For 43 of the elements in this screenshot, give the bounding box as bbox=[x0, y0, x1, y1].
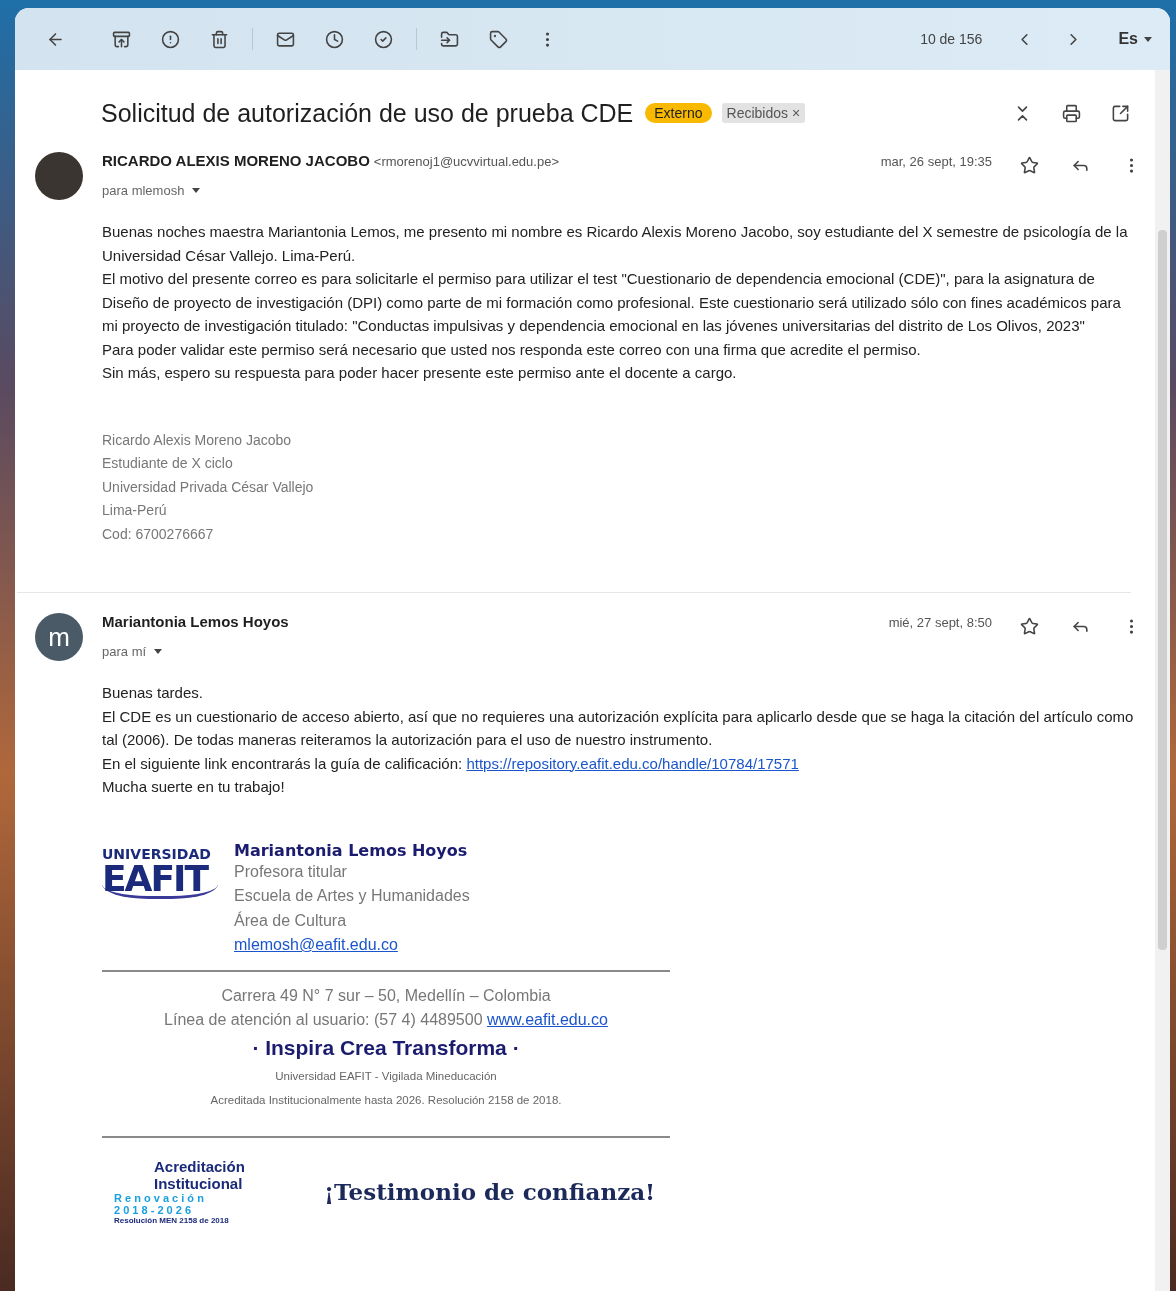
accreditation-logo: Acreditación Institucional R e n o v a c i ó n 2 0 1 8 - 2 0 2 6 Resolución MEN 2158 de 2018 bbox=[114, 1157, 246, 1225]
subject-title: Solicitud de autorización de uso de prueba CDE bbox=[101, 98, 634, 128]
message-paragraph: El CDE es un cuestionario de acceso abierto, así que no requieres una autorización explícita para aplicarlo desde que se haga la citación del artículo como tal (2006). De todas maneras reiteramos la autorización para el uso de nuestro instrumento. bbox=[102, 706, 1135, 750]
avatar-photo-placeholder bbox=[35, 152, 83, 200]
input-tool-button[interactable]: Es bbox=[1112, 29, 1158, 49]
signature-name: Mariantonia Lemos Hoyos bbox=[234, 840, 469, 860]
recipient-dropdown[interactable]: para mí bbox=[102, 644, 163, 659]
signature-line: Cod: 6700276667 bbox=[102, 524, 215, 544]
recipient-dropdown[interactable]: para mlemosh bbox=[102, 183, 201, 198]
avatar: m bbox=[35, 613, 83, 661]
fine-print: Acreditada Institucionalmente hasta 2026. Resolución 2158 de 2018. bbox=[209, 1092, 563, 1108]
sender-name: RICARDO ALEXIS MORENO JACOBO bbox=[102, 152, 370, 169]
message-paragraph: Buenas noches maestra Mariantonia Lemos, me presento mi nombre es Ricardo Alexis Moreno Jacobo, soy estudiante del X semestre de psicología de la Universidad César Vallejo. Lima-Perú. bbox=[102, 222, 1129, 266]
message-date: mié, 27 sept, 8:50 bbox=[888, 615, 992, 630]
phone-text: Línea de atención al usuario: (57 4) 4489500 bbox=[164, 1010, 483, 1028]
university-logo: UNIVERSIDAD EAFIT bbox=[102, 840, 218, 958]
motto-text: · Inspira Crea Transforma · bbox=[251, 1035, 521, 1060]
message-counter: 10 de 156 bbox=[920, 31, 983, 47]
website-link[interactable]: www.eafit.edu.co bbox=[487, 1010, 608, 1028]
message-paragraph: Buenas tardes. bbox=[102, 683, 204, 703]
signature-line: Escuela de Artes y Humanidades bbox=[234, 886, 470, 906]
signature-line: Área de Cultura bbox=[234, 910, 348, 931]
signature-line: Profesora titular bbox=[234, 861, 348, 882]
signature-line: Universidad Privada César Vallejo bbox=[102, 477, 315, 497]
message-date: mar, 26 sept, 19:35 bbox=[880, 154, 992, 169]
sender-name: Mariantonia Lemos Hoyos bbox=[102, 613, 289, 630]
label-chip: Externo bbox=[645, 103, 712, 123]
signature-line: Lima-Perú bbox=[102, 501, 168, 520]
scrollbar-thumb[interactable] bbox=[1158, 230, 1167, 950]
address-text: Carrera 49 N° 7 sur – 50, Medellín – Colombia bbox=[220, 985, 552, 1006]
email-link[interactable]: mlemosh@eafit.edu.co bbox=[234, 936, 398, 953]
signature-line: Estudiante de X ciclo bbox=[102, 454, 234, 473]
message-paragraph: Mucha suerte en tu trabajo! bbox=[102, 777, 286, 797]
message-paragraph: En el siguiente link encontrarás la guía de calificación: https://repository.eafit.edu.co/handle/10784/17571 bbox=[102, 753, 800, 774]
sender-email: <rmorenoj1@ucvvirtual.edu.pe> bbox=[373, 154, 559, 169]
message-paragraph: Sin más, espero su respuesta para poder hacer presente este permiso ante el docente a cargo. bbox=[102, 363, 738, 383]
url-link[interactable]: https://repository.eafit.edu.co/handle/10784/17571 bbox=[466, 754, 799, 772]
message-paragraph: El motivo del presente correo es para solicitarle el permiso para utilizar el test "Cuestionario de dependencia emocional (CDE)", para la asignatura de Diseño de proyecto de investigación (DPI) como parte de mi formación como profesional. Este cuestionario será utilizado sólo con fines académicos para mi proyecto de investigación titulado: "Conductas impulsivas y dependencia emocional en las jóvenes universitarias del distrito de Los Olivos, 2023" bbox=[102, 269, 1122, 336]
slogan-text: ¡Testimonio de confianza! bbox=[324, 1177, 656, 1205]
signature-line: Ricardo Alexis Moreno Jacobo bbox=[102, 430, 293, 450]
fine-print: Universidad EAFIT - Vigilada Mineducación bbox=[274, 1068, 498, 1084]
label-chip[interactable]: Recibidos × bbox=[721, 103, 806, 123]
message-paragraph: Para poder validar este permiso será necesario que usted nos responda este correo con una firma que acredite el permiso. bbox=[102, 339, 922, 360]
